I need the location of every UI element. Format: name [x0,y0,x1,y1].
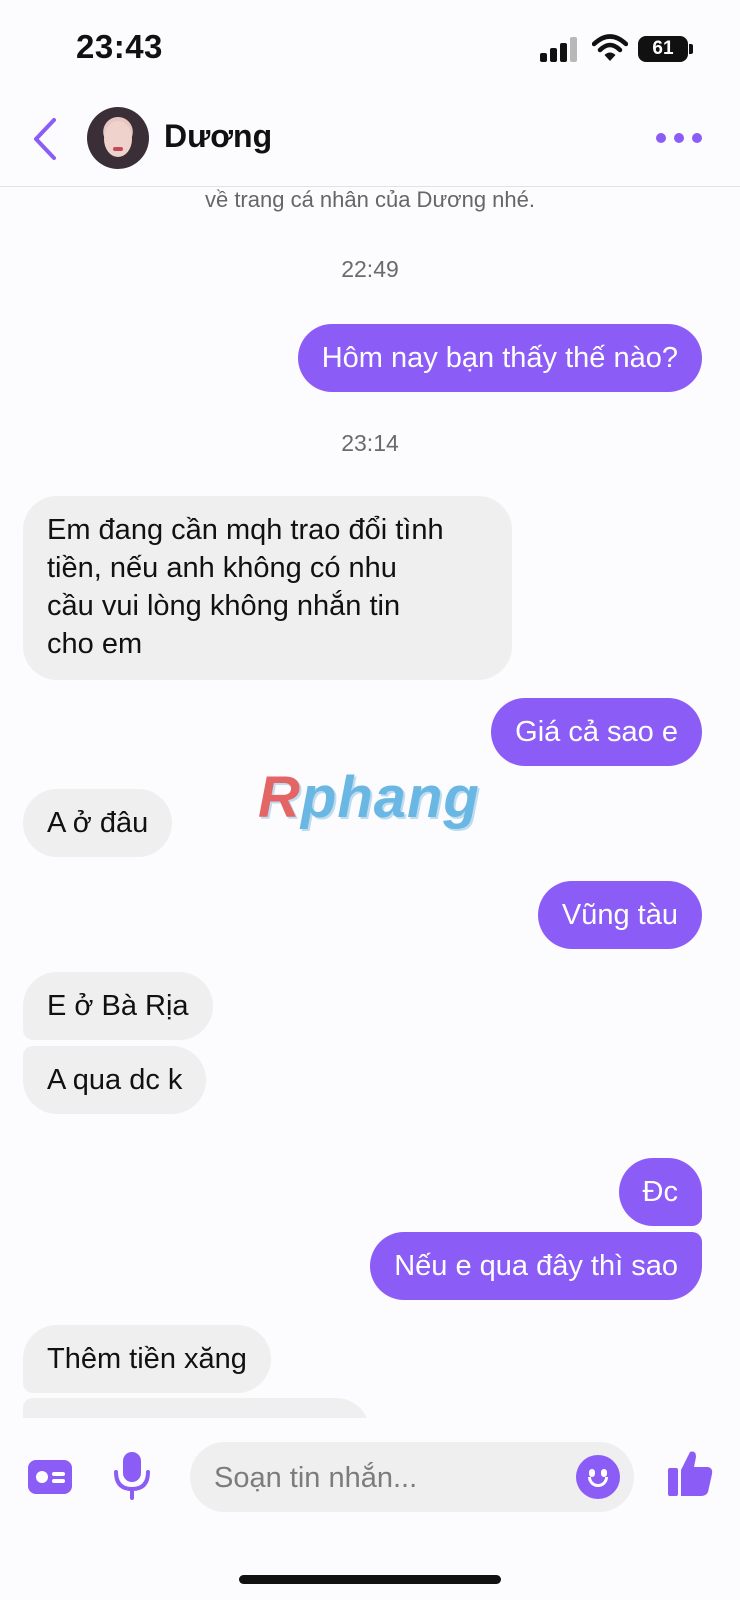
system-note: về trang cá nhân của Dương nhé. [0,186,740,214]
status-bar: 23:43 61 [0,0,740,100]
avatar[interactable] [87,107,149,169]
message-line: cho em [47,628,143,660]
microphone-icon[interactable] [112,1450,152,1500]
timestamp: 23:14 [341,430,399,456]
outgoing-message[interactable]: Nếu e qua đây thì sao [370,1232,702,1300]
battery-cap [689,44,693,54]
outgoing-message[interactable]: Hôm nay bạn thấy thế nào? [297,324,702,392]
system-note-text: về trang cá nhân của Dương nhé. [204,187,536,212]
watermark-logo: Rphang [258,764,480,831]
timestamp: 22:49 [341,256,399,282]
watermark-letter: R [258,765,301,830]
chat-header: Dương [0,100,740,187]
composer-bar [0,1418,740,1540]
message-line: tiền, nếu anh không có nhu [47,552,397,584]
emoji-icon[interactable] [576,1455,620,1499]
avatar-face [104,121,132,157]
contact-card-icon[interactable] [28,1460,72,1494]
battery-icon: 61 [638,36,688,62]
contact-name[interactable]: Dương [164,118,272,155]
wifi-icon [592,34,628,61]
incoming-message[interactable]: A qua dc k [23,1046,207,1114]
message-line: cầu vui lòng không nhắn tin [47,590,401,622]
message-line: Em đang cần mqh trao đổi tình [47,514,444,546]
incoming-message[interactable]: Em đang cần mqh trao đổi tình tiền, nếu … [23,496,512,680]
incoming-message[interactable]: Thêm tiền xăng [23,1325,271,1393]
more-dots-icon[interactable] [656,130,702,146]
outgoing-message[interactable]: Vũng tàu [537,881,702,949]
incoming-message[interactable]: E ở Bà Rịa [23,972,213,1040]
incoming-message[interactable]: A ở đâu [23,789,173,857]
message-input-container[interactable] [190,1442,634,1512]
outgoing-message[interactable]: Giá cả sao e [491,698,702,766]
incoming-message-partial[interactable] [23,1398,370,1418]
cellular-signal-icon [540,36,580,62]
avatar-lips [113,147,123,151]
status-time: 23:43 [76,28,163,65]
home-indicator [239,1575,501,1584]
watermark-text: phang [300,765,480,830]
thumbs-up-icon[interactable] [666,1448,714,1498]
outgoing-message[interactable]: Đc [618,1158,702,1226]
back-chevron-icon[interactable] [26,114,66,164]
message-input[interactable] [212,1456,556,1500]
message-list[interactable]: về trang cá nhân của Dương nhé. 22:49 Hô… [0,186,740,1418]
